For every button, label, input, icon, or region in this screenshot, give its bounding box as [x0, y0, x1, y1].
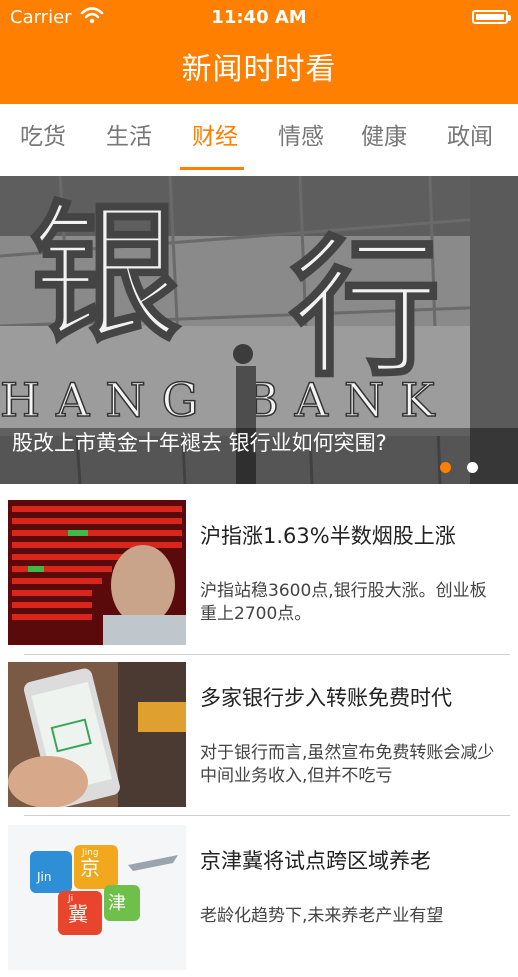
tab-chihuo[interactable]: 吃货: [0, 104, 86, 174]
puzzle-text-jing-py: Jing: [81, 848, 99, 858]
category-tabs: 吃货 生活 财经 情感 健康 政闻: [0, 104, 518, 174]
news-item-2[interactable]: 多家银行步入转账免费时代 对于银行而言,虽然宣布免费转账会减少中间业务收入,但并…: [0, 654, 518, 814]
carousel-dot-1[interactable]: [440, 462, 451, 473]
news-item-1[interactable]: 沪指涨1.63%半数烟股上涨 沪指站稳3600点,银行股大涨。创业板重上2700…: [0, 492, 518, 652]
puzzle-text-ji-py: Ji: [67, 894, 73, 904]
puzzle-text-ji: 冀: [68, 902, 88, 926]
battery-icon: [472, 10, 511, 24]
news-desc: 对于银行而言,虽然宣布免费转账会减少中间业务收入,但并不吃亏: [200, 743, 495, 786]
sign-char-hang: 行: [290, 221, 440, 397]
tab-jiankang[interactable]: 健康: [341, 104, 427, 174]
tab-caijing[interactable]: 财经: [172, 104, 258, 174]
news-thumb-phone: [8, 662, 186, 807]
tab-zhengwen[interactable]: 政闻: [427, 104, 513, 174]
carousel-dot-2[interactable]: [467, 462, 478, 473]
banner-caption[interactable]: 股改上市黄金十年褪去 银行业如何突围?: [12, 430, 412, 456]
sign-char-yin: 银: [30, 186, 180, 362]
active-tab-indicator: [180, 167, 244, 170]
tab-shenghuo[interactable]: 生活: [86, 104, 172, 174]
news-title: 多家银行步入转账免费时代: [200, 686, 452, 710]
sign-latin: HANG BANK: [0, 373, 451, 427]
news-thumb-puzzle: Jin 京 Jing 津 冀 Ji: [8, 825, 186, 970]
news-thumb-stocks: [8, 500, 186, 645]
puzzle-text-jing: 京: [80, 856, 100, 880]
divider: [24, 815, 510, 816]
news-desc: 老龄化趋势下,未来养老产业有望: [200, 906, 444, 926]
clock: 11:40 AM: [211, 7, 307, 28]
status-bar: Carrier 11:40 AM: [0, 0, 518, 34]
tab-qinggan[interactable]: 情感: [258, 104, 344, 174]
puzzle-text-jin: 津: [108, 893, 126, 914]
page-title: 新闻时时看: [181, 52, 337, 87]
news-item-3[interactable]: Jin 京 Jing 津 冀 Ji 京津冀将试点跨区域养老 老龄化趋势下,未来养…: [0, 817, 518, 977]
top-bar: Carrier 11:40 AM 新闻时时看: [0, 0, 518, 104]
puzzle-text-jin-py: Jin: [36, 870, 51, 884]
news-title: 沪指涨1.63%半数烟股上涨: [200, 524, 456, 548]
news-desc: 沪指站稳3600点,银行股大涨。创业板重上2700点。: [200, 581, 487, 624]
news-title: 京津冀将试点跨区域养老: [200, 849, 431, 873]
